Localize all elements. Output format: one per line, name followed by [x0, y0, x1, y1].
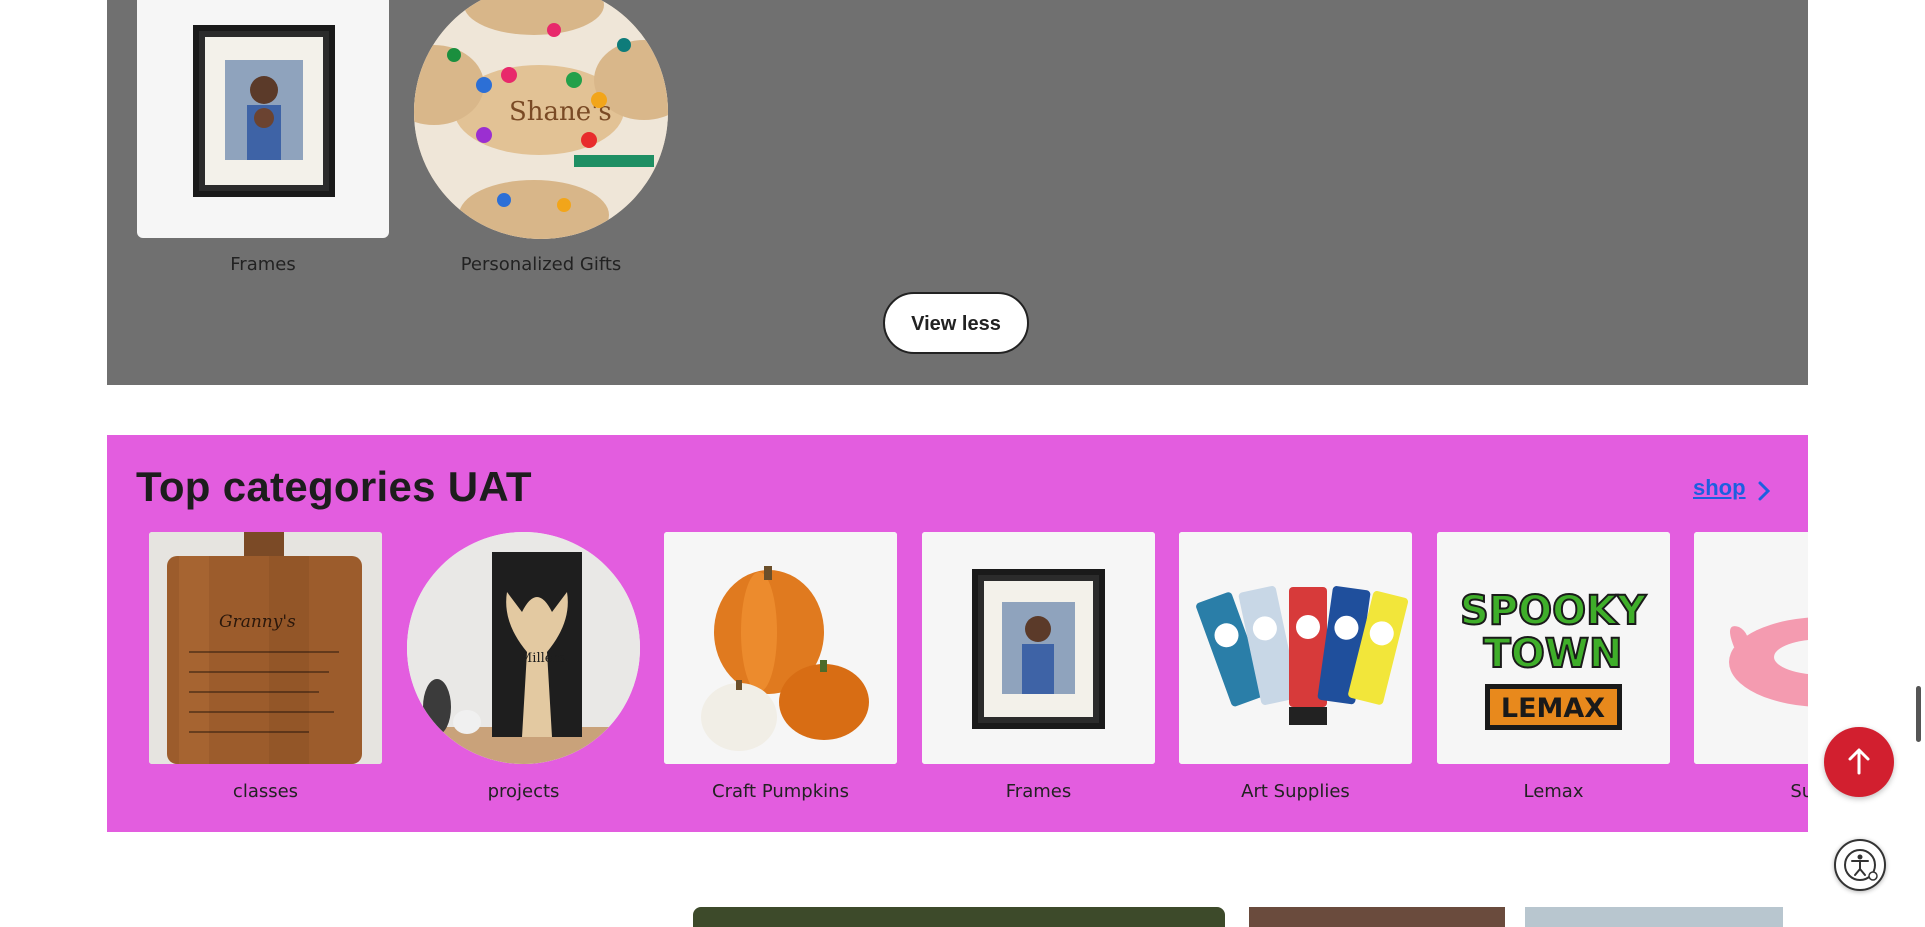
shop-link[interactable]: shop	[1693, 475, 1746, 501]
category-label-craft-pumpkins: Craft Pumpkins	[712, 781, 849, 802]
top-categories-section: Top categories UAT shop Granny's classes…	[107, 435, 1808, 832]
category-label-projects: projects	[487, 781, 560, 802]
scroll-to-top-button[interactable]	[1824, 727, 1894, 797]
spooky-town-logo: SPOOKY TOWN LEMAX	[1437, 532, 1670, 764]
svg-text:Millers: Millers	[519, 651, 565, 666]
category-label-classes: classes	[232, 781, 299, 802]
category-tile-projects[interactable]: Millers	[407, 532, 640, 764]
category-tile-summer[interactable]	[1694, 532, 1808, 764]
category-tile-frames[interactable]	[922, 532, 1155, 764]
banner-image[interactable]	[693, 907, 1225, 927]
svg-text:TOWN: TOWN	[1484, 631, 1623, 677]
category-tile-craft-pumpkins[interactable]	[664, 532, 897, 764]
personalized-gifts-caption: Personalized Gifts	[460, 254, 622, 275]
category-label-summer: Sum	[1790, 781, 1808, 802]
accessibility-button[interactable]	[1834, 839, 1886, 891]
photo-frame-image	[922, 532, 1155, 764]
arrow-up-icon	[1848, 748, 1870, 775]
paint-tubes-image	[1179, 532, 1412, 764]
category-tile-lemax[interactable]: SPOOKY TOWN LEMAX	[1437, 532, 1670, 764]
promo-image[interactable]	[1249, 907, 1505, 927]
pumpkins-image	[664, 532, 897, 764]
category-tile-art-supplies[interactable]	[1179, 532, 1412, 764]
photo-frame-image	[193, 25, 335, 197]
frames-tile[interactable]	[137, 0, 389, 238]
frames-caption: Frames	[230, 254, 296, 275]
svg-text:Granny's: Granny's	[219, 612, 296, 632]
svg-text:LEMAX: LEMAX	[1501, 693, 1605, 724]
carved-tree-sign-image: Millers	[407, 532, 640, 764]
cutting-board-image: Granny's	[149, 532, 382, 764]
page-scrollbar[interactable]	[1916, 686, 1921, 742]
promo-image[interactable]	[1525, 907, 1783, 927]
section-title: Top categories UAT	[136, 463, 532, 510]
category-label-lemax: Lemax	[1523, 781, 1584, 802]
svg-text:SPOOKY: SPOOKY	[1460, 588, 1647, 634]
view-less-button[interactable]: View less	[883, 292, 1029, 354]
chevron-right-icon[interactable]	[1755, 479, 1773, 503]
category-label-art-supplies: Art Supplies	[1241, 781, 1350, 802]
category-label-frames: Frames	[1005, 781, 1072, 802]
pool-float-image	[1694, 532, 1808, 764]
accessibility-icon	[1844, 849, 1878, 881]
category-tile-classes[interactable]: Granny's	[149, 532, 382, 764]
